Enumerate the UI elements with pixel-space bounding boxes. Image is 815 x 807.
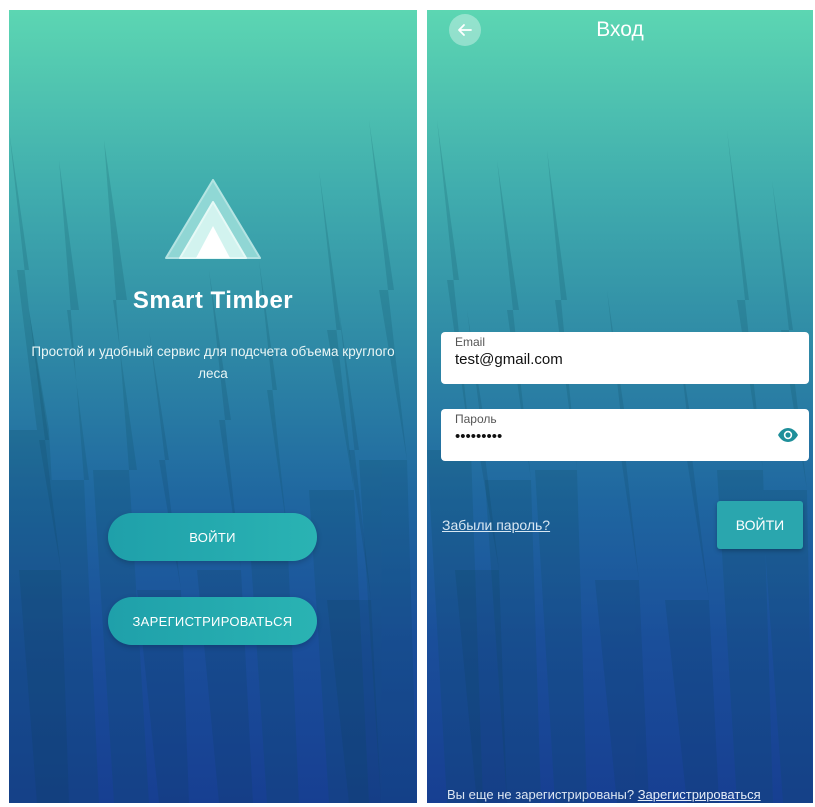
layered-triangle-logo-icon: [165, 179, 261, 259]
no-account-text: Вы еще не зарегистрированы?: [447, 787, 635, 802]
register-hint: Вы еще не зарегистрированы? Зарегистриро…: [447, 787, 761, 802]
password-field[interactable]: Пароль: [441, 409, 809, 461]
password-input[interactable]: [455, 428, 755, 445]
email-label: Email: [455, 335, 486, 349]
login-screen: Вход Email Пароль Забыли пароль? ВОЙТИ В…: [427, 10, 813, 803]
email-input[interactable]: [455, 351, 755, 368]
app-subtitle: Простой и удобный сервис для подсчета об…: [31, 344, 395, 381]
register-button[interactable]: ЗАРЕГИСТРИРОВАТЬСЯ: [108, 597, 317, 645]
app-title: Smart Timber: [132, 287, 294, 314]
forest-background: [9, 120, 417, 803]
login-submit-button[interactable]: ВОЙТИ: [717, 501, 803, 549]
welcome-screen: Smart Timber Простой и удобный сервис дл…: [9, 10, 417, 803]
password-label: Пароль: [455, 412, 497, 426]
login-button[interactable]: ВОЙТИ: [108, 513, 317, 561]
forest-background: [427, 120, 813, 803]
eye-icon[interactable]: [777, 426, 799, 444]
email-field[interactable]: Email: [441, 332, 809, 384]
forgot-password-link[interactable]: Забыли пароль?: [442, 517, 550, 533]
screen-title: Вход: [596, 18, 644, 41]
register-link[interactable]: Зарегистрироваться: [638, 787, 761, 802]
